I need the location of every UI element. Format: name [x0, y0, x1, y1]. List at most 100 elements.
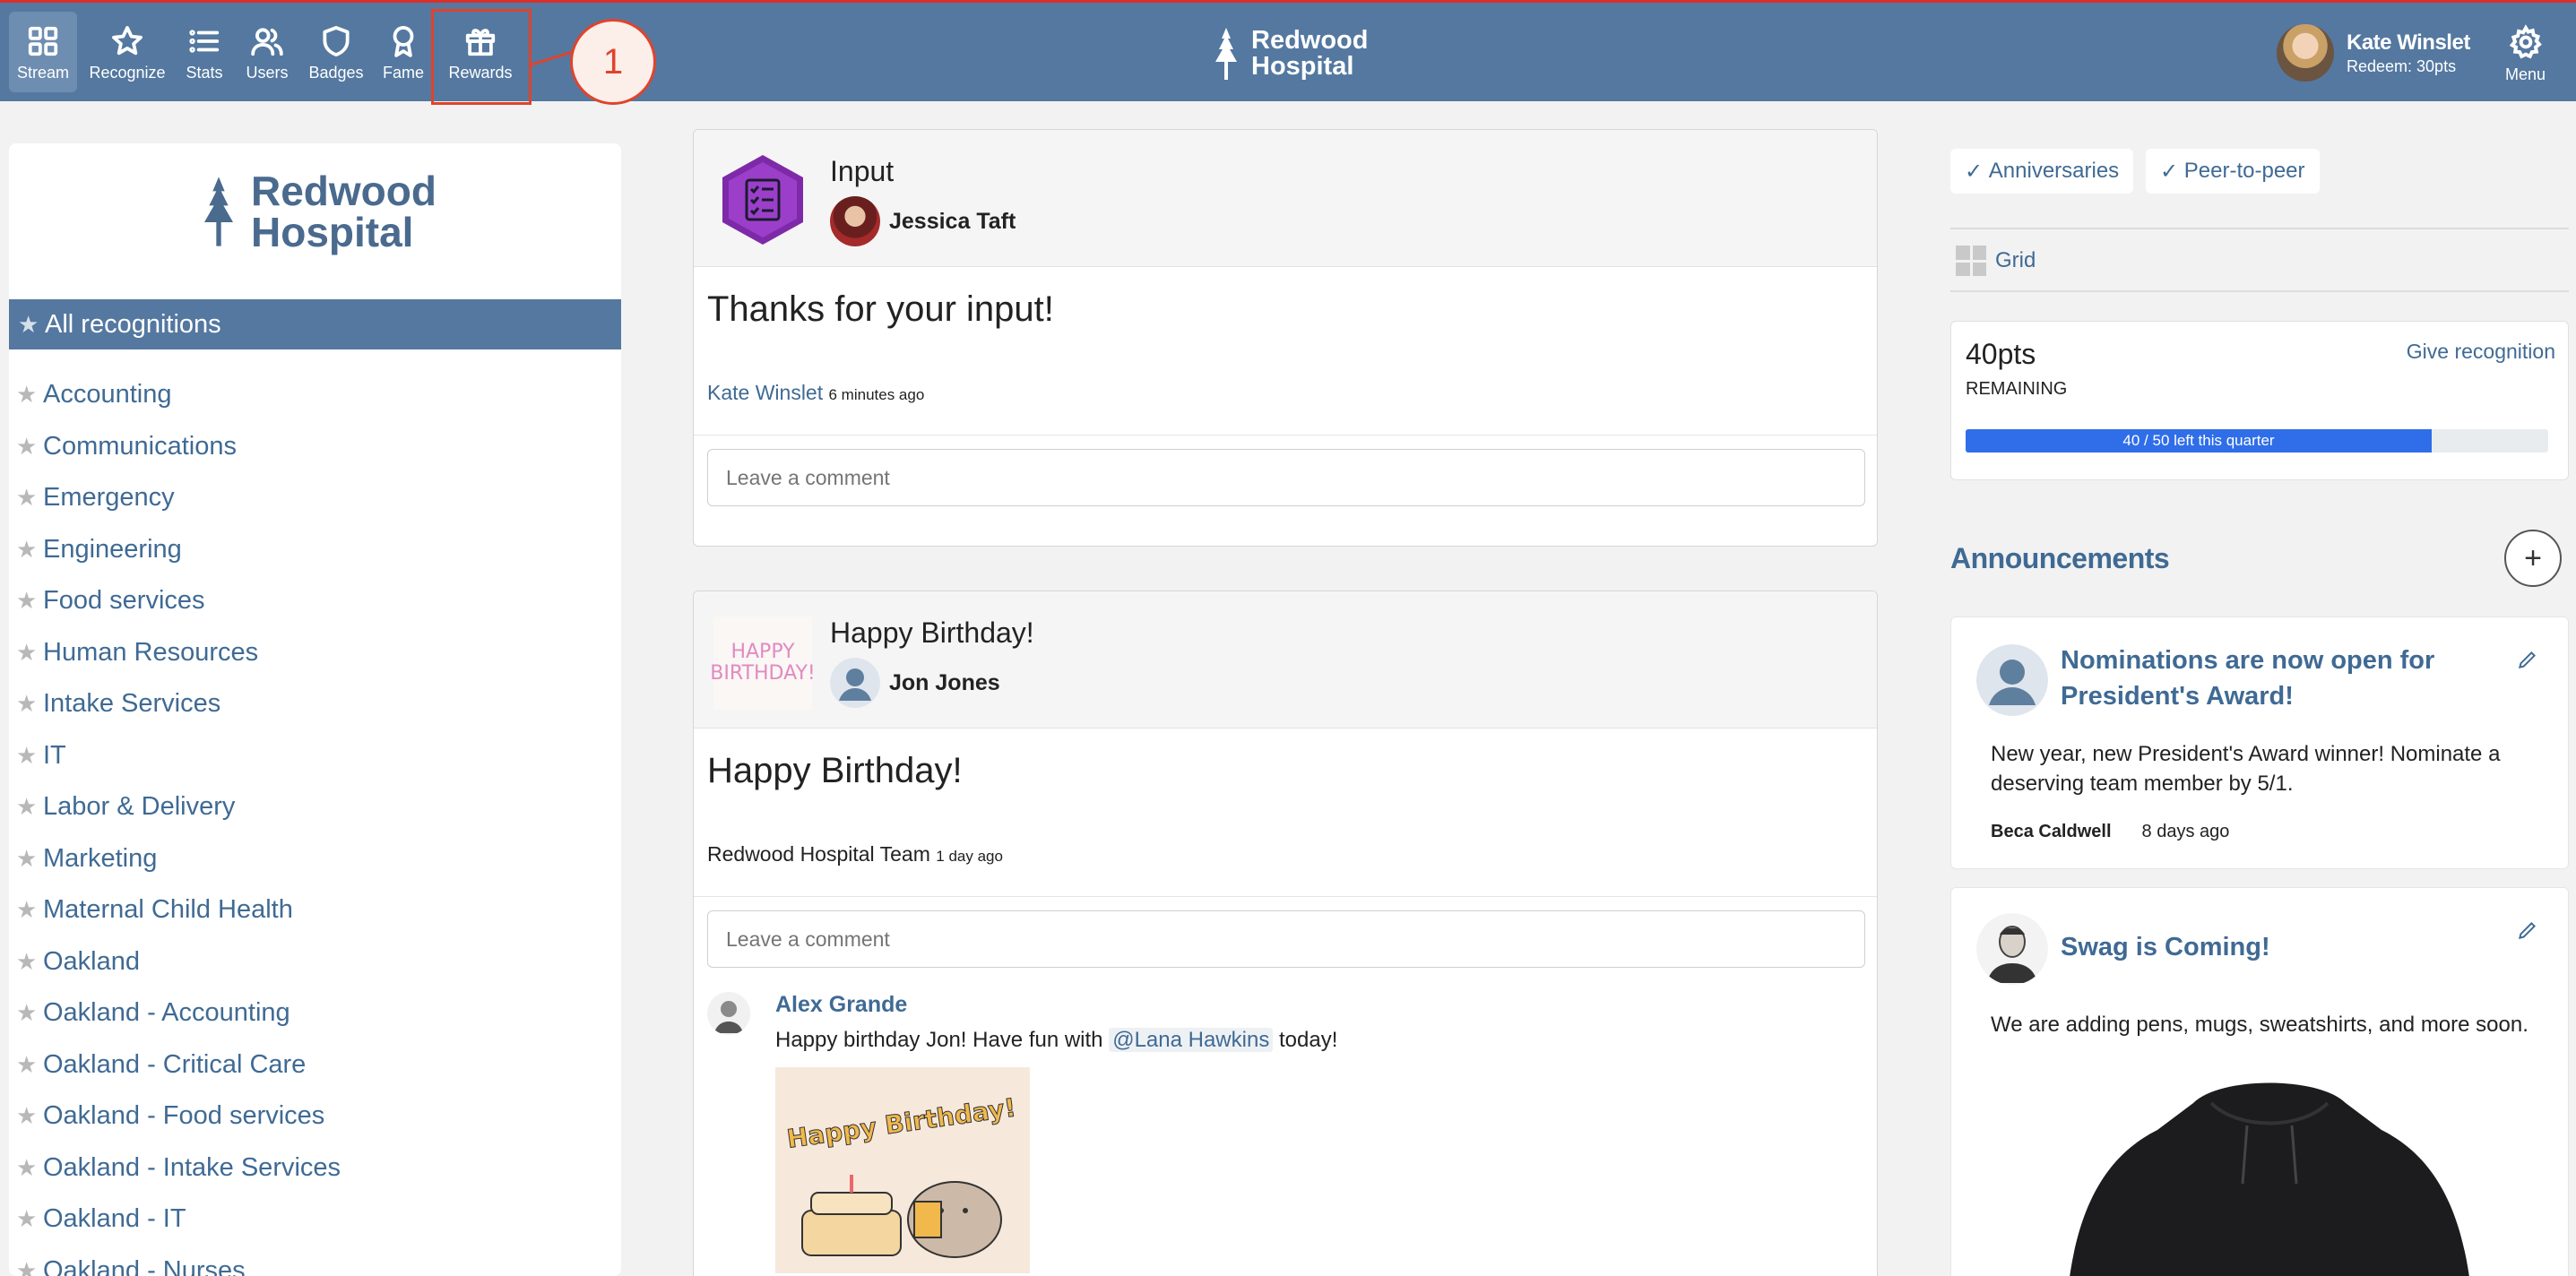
checklist-badge-icon[interactable]: [719, 153, 807, 246]
sidebar-brand-line1: Redwood: [251, 168, 437, 214]
author-link[interactable]: Kate Winslet: [707, 381, 823, 404]
category-item[interactable]: ★ Human Resources: [9, 627, 621, 679]
menu-button[interactable]: Menu: [2505, 24, 2546, 84]
category-sidebar: Redwood Hospital ★ All recognitions ★ Acc…: [9, 143, 621, 1276]
category-item[interactable]: ★ Oakland - Accounting: [9, 987, 621, 1039]
category-item[interactable]: ★ Oakland: [9, 936, 621, 988]
comment-input[interactable]: [707, 449, 1865, 506]
user-avatar: [2277, 24, 2334, 82]
category-item[interactable]: ★ Oakland - Nurses: [9, 1246, 621, 1276]
category-label: Emergency: [43, 483, 175, 513]
nav-badges[interactable]: Badges: [307, 12, 366, 92]
comment-avatar[interactable]: [707, 992, 750, 1035]
card-recipient[interactable]: Jon Jones: [830, 658, 1000, 708]
announcement-title[interactable]: Nominations are now open for President's…: [2061, 642, 2434, 714]
edit-pencil-icon[interactable]: [2516, 918, 2539, 942]
check-icon: ✓: [2160, 159, 2179, 184]
category-label: Accounting: [43, 380, 172, 410]
announcement-timestamp: 8 days ago: [2141, 822, 2230, 841]
announcement-body-line: New year, new President's Award winner! …: [1991, 742, 2501, 766]
category-label: Maternal Child Health: [43, 895, 293, 925]
category-all-recognitions[interactable]: ★ All recognitions: [9, 299, 621, 349]
announcement-card: Swag is Coming! We are adding pens, mugs…: [1950, 887, 2569, 1276]
user-name: Kate Winslet: [2347, 30, 2470, 55]
category-item[interactable]: ★ Engineering: [9, 524, 621, 576]
card-title: Input: [830, 155, 895, 187]
category-item[interactable]: ★ Emergency: [9, 472, 621, 524]
star-icon: ★: [16, 1102, 38, 1130]
give-recognition-link[interactable]: Give recognition: [2407, 340, 2555, 364]
star-icon: ★: [16, 793, 38, 821]
category-label: Oakland - IT: [43, 1204, 186, 1234]
category-item[interactable]: ★ Oakland - Food services: [9, 1091, 621, 1142]
header-logo[interactable]: Redwood Hospital: [1210, 26, 1369, 82]
category-label: Labor & Delivery: [43, 792, 236, 822]
category-item[interactable]: ★ Marketing: [9, 833, 621, 885]
birthday-badge-image[interactable]: HAPPY BIRTHDAY!: [710, 616, 816, 710]
announcement-author: Beca Caldwell: [1991, 822, 2112, 841]
star-icon: ★: [16, 535, 38, 563]
announcement-title[interactable]: Swag is Coming!: [2061, 929, 2270, 965]
category-item[interactable]: ★ Intake Services: [9, 678, 621, 730]
category-item[interactable]: ★ Accounting: [9, 369, 621, 421]
nav-badges-label: Badges: [308, 64, 364, 82]
category-item[interactable]: ★ Oakland - Critical Care: [9, 1039, 621, 1091]
category-label: Oakland: [43, 946, 141, 976]
filter-label: Anniversaries: [1988, 159, 2120, 183]
nav-users[interactable]: Users: [238, 12, 296, 92]
nav-fame[interactable]: Fame: [376, 12, 430, 92]
top-nav-bar: Stream Recognize Stats Users Badges Fame…: [0, 0, 2576, 105]
category-label: Engineering: [43, 534, 182, 564]
nav-rewards-label: Rewards: [448, 64, 513, 82]
comment-author[interactable]: Alex Grande: [775, 992, 907, 1018]
recognition-card: HAPPY BIRTHDAY! Happy Birthday! Jon Jone…: [693, 591, 1878, 1276]
star-icon: ★: [16, 844, 38, 872]
announcement-body-line: deserving team member by 5/1.: [1991, 772, 2294, 796]
category-item[interactable]: ★ Maternal Child Health: [9, 884, 621, 936]
star-icon: ★: [16, 741, 38, 769]
edit-pencil-icon[interactable]: [2516, 648, 2539, 671]
nav-rewards[interactable]: Rewards: [441, 12, 520, 92]
nav-recognize[interactable]: Recognize: [86, 12, 169, 92]
list-icon: [189, 30, 220, 53]
timestamp: 1 day ago: [936, 848, 1003, 865]
card-recipient[interactable]: Jessica Taft: [830, 196, 1016, 246]
nav-stats[interactable]: Stats: [179, 12, 229, 92]
star-icon: ★: [18, 310, 39, 338]
category-item[interactable]: ★ Oakland - IT: [9, 1194, 621, 1246]
award-icon: [393, 26, 414, 57]
nav-stream[interactable]: Stream: [9, 12, 77, 92]
star-icon: ★: [16, 587, 38, 615]
default-avatar-icon: [1976, 644, 2048, 716]
comment-input[interactable]: [707, 910, 1865, 968]
category-item[interactable]: ★ Oakland - Intake Services: [9, 1142, 621, 1194]
filter-peer-to-peer[interactable]: ✓ Peer-to-peer: [2146, 149, 2320, 194]
card-header: HAPPY BIRTHDAY! Happy Birthday! Jon Jone…: [694, 591, 1877, 729]
star-icon: ★: [16, 947, 38, 975]
filter-anniversaries[interactable]: ✓ Anniversaries: [1950, 149, 2134, 194]
divider: [1950, 290, 2569, 292]
category-item[interactable]: ★ Food services: [9, 575, 621, 627]
category-label: All recognitions: [45, 309, 221, 339]
user-profile[interactable]: Kate Winslet Redeem: 30pts: [2277, 24, 2470, 82]
star-icon: ★: [16, 432, 38, 460]
filter-label: Peer-to-peer: [2183, 159, 2305, 183]
category-label: Oakland - Intake Services: [43, 1152, 341, 1182]
tree-logo-icon: [204, 177, 233, 246]
add-announcement-button[interactable]: +: [2504, 530, 2562, 587]
announcement-body: New year, new President's Award winner! …: [1991, 739, 2500, 798]
category-item[interactable]: ★ Labor & Delivery: [9, 781, 621, 833]
grid-view-toggle[interactable]: Grid: [1956, 246, 2036, 276]
star-icon: ★: [16, 638, 38, 666]
category-item[interactable]: ★ Communications: [9, 421, 621, 473]
birthday-gif[interactable]: Happy Birthday!: [775, 1067, 1030, 1273]
mention-link[interactable]: @Lana Hawkins: [1109, 1028, 1274, 1052]
points-remaining-label: REMAINING: [1966, 379, 2068, 399]
star-icon: ★: [16, 999, 38, 1027]
star-icon: [112, 26, 143, 56]
star-icon: ★: [16, 1153, 38, 1181]
category-label: Communications: [43, 431, 237, 461]
category-item[interactable]: ★ IT: [9, 730, 621, 782]
user-redeem-points: Redeem: 30pts: [2347, 56, 2457, 75]
recipient-avatar: [830, 196, 880, 246]
